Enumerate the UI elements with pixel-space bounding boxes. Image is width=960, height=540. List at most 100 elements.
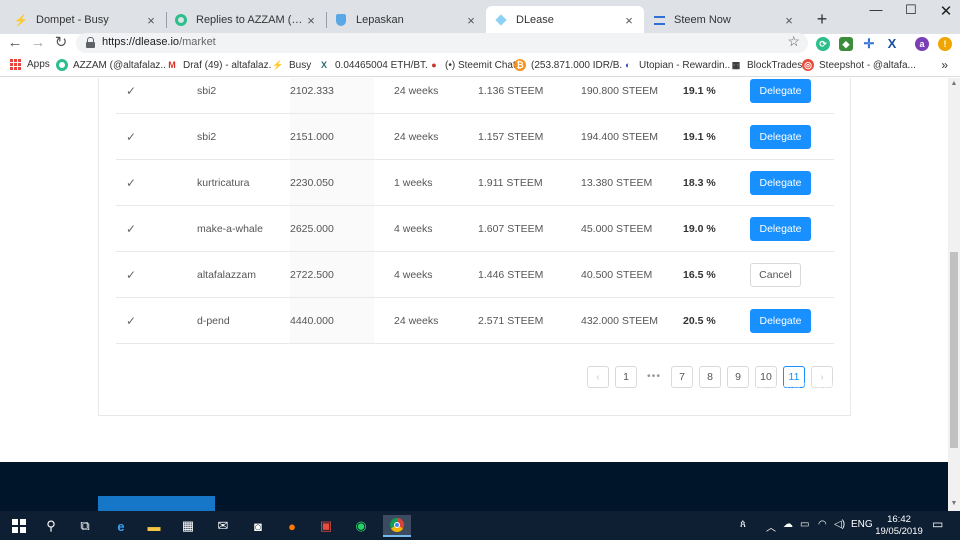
tab-dompet-busy[interactable]: ⚡ Dompet - Busy × [6, 6, 166, 34]
clock-date: 19/05/2019 [875, 526, 923, 537]
task-view-icon[interactable]: ⧉ [74, 515, 96, 537]
delegator-name: sbi2 [197, 131, 217, 143]
reload-icon[interactable]: ↻ [51, 34, 71, 52]
close-icon[interactable]: × [464, 13, 478, 28]
table-row: ✓ altafalazzam 2722.500 4 weeks 1.446 ST… [116, 252, 834, 298]
blocks-icon: ▦ [730, 59, 742, 71]
bookmark-idr[interactable]: ₿ (253.871.000 IDR/B... [514, 59, 628, 71]
close-icon[interactable]: × [782, 13, 796, 28]
bookmark-steemit-chat[interactable]: ● (•) Steemit Chat [428, 59, 516, 71]
close-icon[interactable]: × [144, 13, 158, 28]
sp-amount: 2151.000 [290, 114, 374, 159]
delegate-button[interactable]: Delegate [750, 125, 811, 149]
page-footer [0, 462, 948, 511]
bookmark-utopian[interactable]: ◐ Utopian - Rewardin... [622, 59, 733, 71]
notifications-icon[interactable]: ▭ [932, 517, 943, 531]
bookmark-blocktrades[interactable]: ▦ BlockTrades [730, 59, 802, 71]
wifi-icon[interactable]: ◠ [818, 519, 827, 530]
bookmark-draf[interactable]: M Draf (49) - altafalaz... [166, 59, 277, 71]
volume-icon[interactable]: ◁) [834, 519, 845, 530]
tab-title: DLease [516, 14, 554, 26]
back-icon[interactable]: ← [5, 34, 25, 52]
bookmark-label: Steepshot - @altafa... [819, 59, 916, 71]
delegate-button[interactable]: Delegate [750, 309, 811, 333]
close-window-icon[interactable]: ✕ [936, 2, 956, 20]
scrollbar-thumb[interactable] [950, 252, 958, 448]
check-icon: ✓ [126, 130, 137, 144]
file-explorer-icon[interactable]: ▬ [143, 515, 165, 537]
new-tab-button[interactable]: + [812, 9, 832, 30]
tab-replies-azzam[interactable]: Replies to AZZAM (@altafalazzam) × [166, 6, 326, 34]
check-icon: ✓ [126, 314, 137, 328]
minimize-icon[interactable]: — [866, 2, 886, 17]
close-icon[interactable]: × [304, 13, 318, 28]
page-7-button[interactable]: 7 [671, 366, 693, 388]
page-9-button[interactable]: 9 [727, 366, 749, 388]
app-red-icon[interactable]: ▣ [315, 515, 337, 537]
bookmark-eth-btc[interactable]: X 0.04465004 ETH/BT... [318, 59, 433, 71]
jump-prev-ellipsis[interactable]: ••• [643, 366, 665, 388]
tab-dlease[interactable]: DLease × [486, 6, 644, 34]
page-scrollbar[interactable]: ▲ ▼ [948, 78, 960, 511]
delegate-button[interactable]: Delegate [750, 171, 811, 195]
close-icon[interactable]: × [622, 13, 636, 28]
whatsapp-icon[interactable]: ◉ [350, 515, 372, 537]
maximize-icon[interactable]: ☐ [901, 2, 921, 18]
roi-value: 20.5 % [683, 315, 716, 327]
extension-x-icon[interactable]: X [885, 37, 899, 51]
check-icon: ✓ [126, 84, 137, 98]
extension-wallet-icon[interactable]: ◆ [839, 37, 853, 51]
table-row: ✓ d-pend 4440.000 24 weeks 2.571 STEEM 4… [116, 298, 834, 344]
scroll-up-arrow-icon[interactable]: ▲ [950, 80, 958, 87]
extension-green-icon[interactable]: ⟳ [816, 37, 830, 51]
cancel-button[interactable]: Cancel [750, 263, 801, 287]
chrome-icon[interactable] [383, 515, 411, 537]
language-indicator[interactable]: ENG [851, 519, 873, 530]
bookmark-apps[interactable]: Apps [10, 59, 50, 70]
bookmark-steepshot[interactable]: ◎ Steepshot - @altafa... [802, 59, 916, 71]
url-host: https://dlease.io [102, 36, 180, 48]
scroll-down-arrow-icon[interactable]: ▼ [950, 500, 958, 507]
system-clock[interactable]: 16:42 19/05/2019 [874, 514, 924, 538]
check-icon: ✓ [126, 222, 137, 236]
battery-icon[interactable]: ▭ [800, 519, 809, 530]
search-icon[interactable]: ⚲ [40, 515, 62, 537]
delegator-name: kurtricatura [197, 177, 250, 189]
forward-icon[interactable]: → [28, 34, 48, 52]
total-payment: 194.400 STEEM [581, 131, 659, 143]
tab-title: Replies to AZZAM (@altafalazzam) [196, 14, 304, 26]
update-alert-icon[interactable]: ! [938, 37, 952, 51]
bookmark-star-icon[interactable]: ☆ [787, 33, 800, 50]
bookmarks-more-button[interactable]: » [941, 58, 948, 72]
page-1-button[interactable]: 1 [615, 366, 637, 388]
windows-start-icon[interactable] [8, 515, 30, 537]
bookmark-label: Utopian - Rewardin... [639, 59, 733, 71]
bookmark-azzam[interactable]: AZZAM (@altafalaz... [56, 59, 169, 71]
bookmark-busy[interactable]: ⚡ Busy [272, 59, 311, 71]
total-payment: 432.000 STEEM [581, 315, 659, 327]
duration: 1 weeks [394, 177, 433, 189]
delegate-button[interactable]: Delegate [750, 79, 811, 103]
address-bar[interactable]: https://dlease.io/market ☆ [76, 33, 808, 53]
extension-arrows-icon[interactable]: ✛ [862, 37, 876, 51]
edge-browser-icon[interactable]: e [110, 515, 132, 537]
camera-icon[interactable]: ◙ [247, 515, 269, 537]
market-table-card: ✓ sbi2 2102.333 24 weeks 1.136 STEEM 190… [98, 78, 851, 416]
mail-icon[interactable]: ✉ [212, 515, 234, 537]
tab-steem-now[interactable]: Steem Now × [644, 6, 804, 34]
people-icon[interactable]: ጰ [740, 519, 746, 530]
cloud-icon[interactable]: ☁ [783, 519, 793, 530]
delegate-button[interactable]: Delegate [750, 217, 811, 241]
watermark-title: Activate Windows [754, 380, 857, 395]
roi-value: 19.0 % [683, 223, 716, 235]
profile-avatar[interactable]: a [915, 37, 929, 51]
check-icon: ✓ [126, 176, 137, 190]
show-hidden-icons-chevron[interactable]: ︿ [766, 519, 776, 534]
tab-lepaskan[interactable]: Lepaskan × [326, 6, 486, 34]
prev-page-button[interactable]: ‹ [587, 366, 609, 388]
delegator-name: d-pend [197, 315, 230, 327]
lock-icon [86, 37, 95, 48]
firefox-icon[interactable]: ● [281, 515, 303, 537]
store-icon[interactable]: ▦ [177, 515, 199, 537]
page-8-button[interactable]: 8 [699, 366, 721, 388]
